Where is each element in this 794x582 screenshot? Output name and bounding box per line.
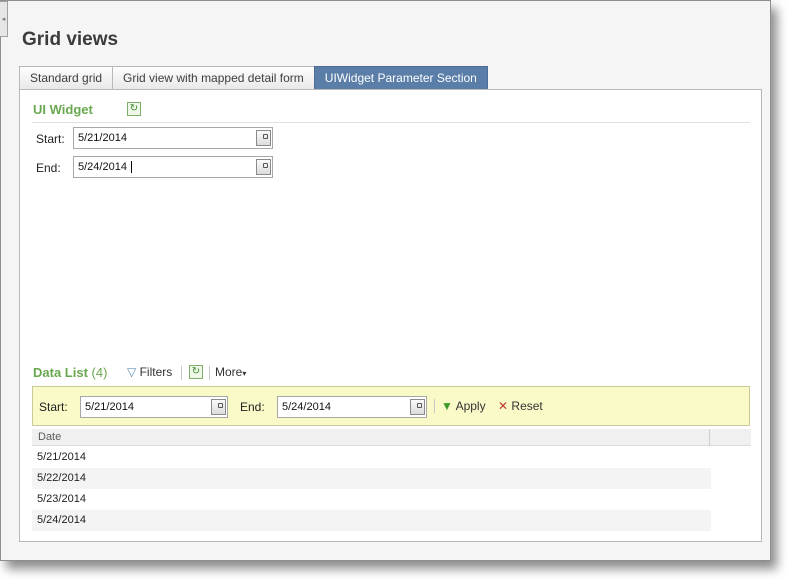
start-label: Start: [36, 132, 65, 146]
tab-standard-grid[interactable]: Standard grid [19, 66, 114, 89]
start-date-value: 5/21/2014 [78, 132, 127, 144]
data-list-title: Data List (4) [33, 365, 107, 380]
refresh-icon[interactable]: ↻ [189, 365, 203, 379]
calendar-icon[interactable] [410, 399, 425, 415]
start-date-field[interactable]: 5/21/2014 [73, 127, 273, 149]
section-divider [32, 122, 750, 123]
filters-button[interactable]: ▽ Filters [127, 365, 172, 379]
filter-end-label: End: [240, 400, 265, 414]
tab-panel: UI Widget ↻ Start: 5/21/2014 End: 5/24/2… [19, 89, 762, 542]
column-divider[interactable] [709, 429, 710, 446]
apply-label: Apply [455, 399, 486, 413]
filter-end-value: 5/24/2014 [282, 401, 331, 413]
refresh-icon[interactable]: ↻ [127, 102, 141, 116]
grid-header: Date [32, 429, 751, 446]
data-list-title-text: Data List [33, 365, 88, 380]
text-cursor [131, 161, 132, 173]
filter-bar: Start: 5/21/2014 End: 5/24/2014 ▼ Apply … [32, 386, 750, 426]
apply-filter-icon: ▼ [441, 399, 453, 413]
tab-bar: Standard grid Grid view with mapped deta… [19, 66, 488, 89]
filter-separator [434, 399, 435, 413]
filter-end-date-field[interactable]: 5/24/2014 [277, 396, 427, 418]
reset-button[interactable]: ✕ Reset [498, 399, 543, 413]
table-row[interactable]: 5/22/2014 [32, 468, 711, 489]
calendar-icon[interactable] [256, 130, 271, 146]
end-date-field[interactable]: 5/24/2014 [73, 156, 273, 178]
toolbar-separator [209, 366, 210, 380]
filter-start-label: Start: [39, 400, 68, 414]
end-label: End: [36, 161, 61, 175]
filter-icon: ▽ [127, 365, 137, 379]
tab-grid-view-mapped-detail[interactable]: Grid view with mapped detail form [112, 66, 315, 89]
table-row[interactable]: 5/24/2014 [32, 510, 711, 531]
collapse-handle[interactable]: ◂ [0, 1, 8, 37]
apply-button[interactable]: ▼ Apply [441, 399, 486, 413]
toolbar-separator [181, 366, 182, 380]
chevron-down-icon: ▾ [242, 369, 247, 378]
table-row[interactable]: 5/21/2014 [32, 447, 711, 468]
ui-widget-title: UI Widget [33, 102, 93, 117]
column-header-date[interactable]: Date [38, 431, 61, 443]
more-label: More [215, 365, 243, 379]
end-date-value: 5/24/2014 [78, 161, 127, 173]
page-title: Grid views [22, 29, 119, 50]
reset-filter-icon: ✕ [498, 399, 509, 413]
data-list-count: (4) [91, 365, 108, 380]
filters-label: Filters [139, 365, 173, 379]
filter-start-value: 5/21/2014 [85, 401, 134, 413]
tab-uiwidget-parameter-section[interactable]: UIWidget Parameter Section [313, 66, 488, 89]
calendar-icon[interactable] [256, 159, 271, 175]
app-window: ◂ Grid views Standard grid Grid view wit… [0, 0, 771, 561]
more-menu-button[interactable]: More▾ [215, 365, 246, 379]
filter-start-date-field[interactable]: 5/21/2014 [80, 396, 228, 418]
table-row[interactable]: 5/23/2014 [32, 489, 711, 510]
reset-label: Reset [511, 399, 543, 413]
calendar-icon[interactable] [211, 399, 226, 415]
